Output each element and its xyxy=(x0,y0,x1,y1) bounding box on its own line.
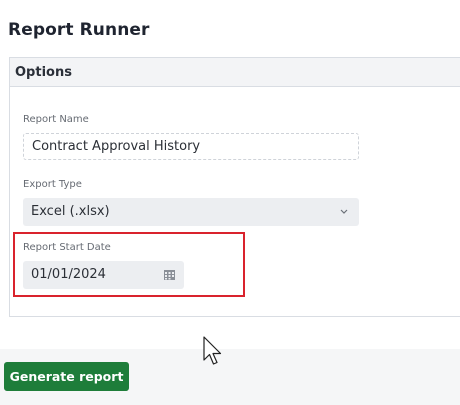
page-title: Report Runner xyxy=(8,20,150,40)
report-name-label: Report Name xyxy=(23,114,89,125)
generate-report-button[interactable]: Generate report xyxy=(4,362,129,391)
mouse-pointer-icon xyxy=(203,336,222,365)
calendar-icon[interactable] xyxy=(164,270,175,280)
export-type-label: Export Type xyxy=(23,179,82,190)
options-panel: Options Report Name Contract Approval Hi… xyxy=(9,57,460,317)
export-type-select[interactable]: Excel (.xlsx) xyxy=(23,198,359,226)
options-panel-header: Options xyxy=(10,58,460,87)
report-name-field[interactable]: Contract Approval History xyxy=(23,133,359,160)
report-start-date-value: 01/01/2024 xyxy=(31,267,106,282)
report-start-date-field[interactable]: 01/01/2024 xyxy=(23,261,184,289)
report-start-date-label: Report Start Date xyxy=(23,242,111,253)
chevron-down-icon xyxy=(339,198,349,237)
export-type-selected-value: Excel (.xlsx) xyxy=(31,204,110,219)
